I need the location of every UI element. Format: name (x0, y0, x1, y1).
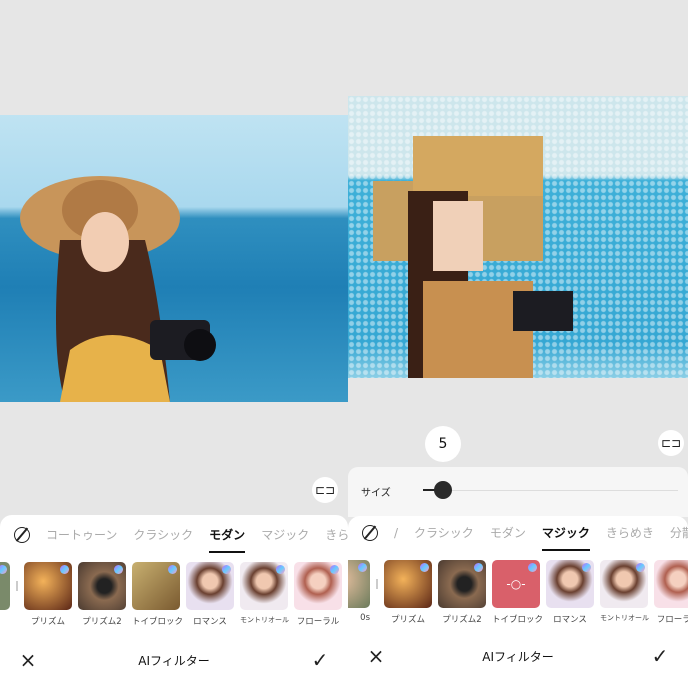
size-label: サイズ (361, 488, 391, 499)
original-photo (0, 115, 348, 402)
tab-classic[interactable]: クラシック (125, 515, 201, 555)
screen-title: AIフィルター (482, 649, 554, 664)
filter-floral[interactable]: フローラル (294, 562, 342, 632)
compare-icon: ⊏⊐ (660, 436, 682, 450)
confirm-button[interactable]: ✓ (648, 644, 672, 668)
tab-classic[interactable]: クラシック (406, 513, 482, 553)
size-slider-panel: サイズ 5 (348, 426, 688, 517)
filter-prism[interactable]: プリズム (24, 562, 72, 632)
divider (16, 581, 18, 591)
filter-prism2[interactable]: プリズム2 (438, 560, 486, 630)
category-tabs: / クラシック モダン マジック きらめき 分散 (348, 513, 688, 553)
filter-list: 0s プリズム プリズム2 -○- トイブロック ロマンス モントリオール フロー… (348, 560, 688, 630)
filter-montreal[interactable]: モントリオール (240, 562, 289, 632)
tab-modern[interactable]: モダン (482, 513, 534, 553)
filter-sheet: コートゥーン クラシック モダン マジック きらめき プリズム プリズム2 トイ… (0, 515, 348, 697)
bottom-bar: × AIフィルター ✓ (0, 645, 348, 675)
filter-toy-block[interactable]: トイブロック (132, 562, 183, 632)
tab-partial[interactable]: / (386, 513, 406, 553)
filter-montreal[interactable]: モントリオール (600, 560, 649, 630)
filter-toy-block[interactable]: -○- トイブロック (492, 560, 543, 630)
slider-track[interactable] (423, 490, 678, 491)
confirm-button[interactable]: ✓ (308, 648, 332, 672)
slider-handle[interactable] (434, 481, 452, 499)
filter-list: プリズム プリズム2 トイブロック ロマンス モントリオール フローラル (0, 562, 348, 632)
no-filter-icon[interactable] (14, 527, 30, 543)
filter-romance[interactable]: ロマンス (546, 560, 594, 630)
tab-scatter[interactable]: 分散 (662, 513, 688, 553)
screen-title: AIフィルター (138, 653, 210, 668)
tab-sparkle[interactable]: きらめき (317, 515, 348, 555)
compare-button[interactable]: ⊏⊐ (312, 477, 338, 503)
toy-block-result-photo (348, 96, 688, 378)
filter-prism2[interactable]: プリズム2 (78, 562, 126, 632)
tab-magic[interactable]: マジック (534, 513, 598, 553)
slider-value-bubble: 5 (425, 426, 461, 462)
tab-cartoon[interactable]: コートゥーン (38, 515, 125, 555)
no-filter-icon[interactable] (362, 525, 378, 541)
tab-modern[interactable]: モダン (201, 515, 253, 555)
close-button[interactable]: × (16, 648, 40, 672)
compare-icon: ⊏⊐ (314, 483, 336, 497)
close-button[interactable]: × (364, 644, 388, 668)
divider (376, 579, 378, 589)
pixelated-woman-image (373, 136, 573, 378)
right-screen: ⊏⊐ サイズ 5 / クラシック モダン マジック きらめき 分散 0s プリズ… (348, 0, 688, 697)
bottom-bar: × AIフィルター ✓ (348, 641, 688, 671)
filter-0s[interactable]: 0s (348, 560, 370, 630)
compare-button[interactable]: ⊏⊐ (658, 430, 684, 456)
filter-sheet: / クラシック モダン マジック きらめき 分散 0s プリズム プリズム2 -… (348, 516, 688, 697)
tab-sparkle[interactable]: きらめき (598, 513, 662, 553)
tab-magic[interactable]: マジック (253, 515, 317, 555)
filter-item[interactable] (0, 562, 10, 632)
left-screen: ⊏⊐ コートゥーン クラシック モダン マジック きらめき プリズム プリズム2… (0, 0, 348, 697)
category-tabs: コートゥーン クラシック モダン マジック きらめき (0, 515, 348, 555)
woman-with-hat-image (20, 176, 216, 402)
filter-prism[interactable]: プリズム (384, 560, 432, 630)
filter-romance[interactable]: ロマンス (186, 562, 234, 632)
filter-floral[interactable]: フローラル (654, 560, 688, 630)
